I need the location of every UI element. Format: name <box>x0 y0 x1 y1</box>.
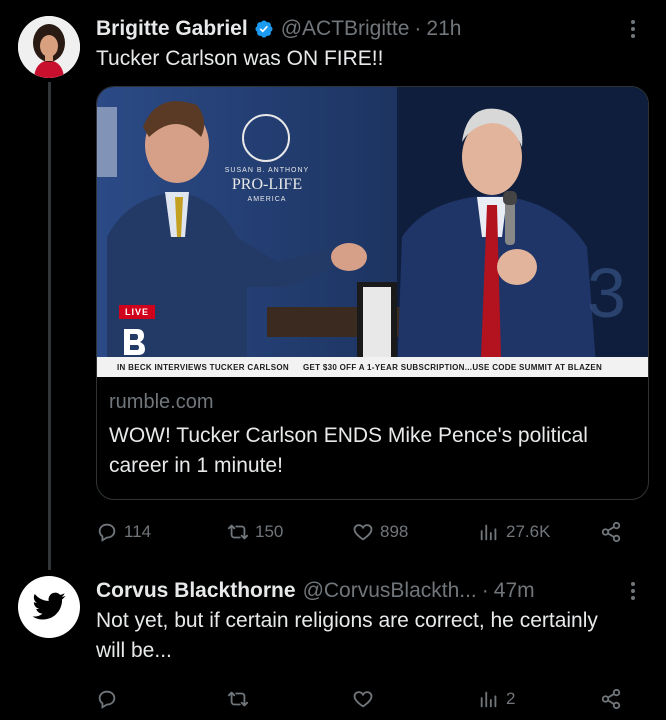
tweet-brigitte[interactable]: Brigitte Gabriel @ACTBrigitte · 21h Tuck… <box>0 0 666 570</box>
retweet-button[interactable]: 150 <box>227 517 283 547</box>
share-button[interactable] <box>600 517 622 547</box>
card-title: WOW! Tucker Carlson ENDS Mike Pence's po… <box>109 424 588 477</box>
like-button[interactable]: 898 <box>352 517 408 547</box>
views-icon <box>480 691 497 708</box>
retweet-icon <box>227 524 249 540</box>
share-button[interactable] <box>600 684 622 714</box>
views-count: 2 <box>506 689 516 708</box>
like-button[interactable] <box>352 684 380 714</box>
reply-button[interactable]: 114 <box>96 517 151 547</box>
more-options-icon[interactable] <box>620 16 646 42</box>
link-card[interactable]: 3 SUSAN B. ANTHONY PRO-LIFE AMERICA LIVE… <box>96 86 649 500</box>
timestamp[interactable]: 47m <box>494 579 535 603</box>
author-handle[interactable]: @ACTBrigitte <box>281 17 410 41</box>
share-icon <box>601 688 621 710</box>
ticker-right-text: GET $30 OFF A 1-YEAR SUBSCRIPTION...USE … <box>302 362 603 372</box>
heart-icon <box>353 691 373 708</box>
card-domain: rumble.com <box>109 391 214 413</box>
live-badge: LIVE <box>119 305 156 319</box>
retweet-count: 150 <box>255 522 284 541</box>
retweet-icon <box>227 691 249 707</box>
author-name[interactable]: Corvus Blackthorne <box>96 579 296 603</box>
backdrop-text-main: PRO-LIFE <box>231 176 303 193</box>
svg-text:3: 3 <box>587 254 626 332</box>
thumbnail-scene: 3 <box>97 87 648 377</box>
avatar-image <box>18 16 80 78</box>
tweet-corvus[interactable]: Corvus Blackthorne @CorvusBlackth... · 4… <box>0 562 666 720</box>
retweet-button[interactable] <box>227 684 255 714</box>
views-button[interactable]: 27.6K <box>478 517 550 547</box>
tweet-actions: 114 150 898 27.6K <box>96 517 636 547</box>
avatar[interactable] <box>18 16 80 78</box>
reply-button[interactable] <box>96 684 124 714</box>
views-icon <box>480 524 497 541</box>
more-options-icon[interactable] <box>620 578 646 604</box>
video-thumbnail[interactable]: 3 SUSAN B. ANTHONY PRO-LIFE AMERICA LIVE… <box>97 87 648 377</box>
share-icon <box>601 521 621 543</box>
tweet-header: Brigitte Gabriel @ACTBrigitte · 21h <box>96 14 646 44</box>
pro-life-logo-icon <box>242 114 290 162</box>
ticker-left-text: IN BECK INTERVIEWS TUCKER CARLSON <box>117 362 289 372</box>
thread-connector-line <box>48 82 51 570</box>
tweet-header: Corvus Blackthorne @CorvusBlackth... · 4… <box>96 576 646 606</box>
reply-icon <box>98 690 116 709</box>
tweet-text: Not yet, but if certain religions are co… <box>96 609 598 662</box>
news-ticker: IN BECK INTERVIEWS TUCKER CARLSON GET $3… <box>97 357 648 377</box>
author-name[interactable]: Brigitte Gabriel <box>96 17 248 41</box>
views-count: 27.6K <box>506 522 551 541</box>
separator-dot: · <box>481 579 489 602</box>
reply-icon <box>98 523 116 542</box>
views-button[interactable]: 2 <box>478 684 515 714</box>
like-count: 898 <box>380 522 409 541</box>
heart-icon <box>353 524 373 541</box>
blaze-logo-icon <box>124 329 145 355</box>
timestamp[interactable]: 21h <box>426 17 461 41</box>
tweet-text: Tucker Carlson was ON FIRE!! <box>96 47 384 70</box>
backdrop-text-top: SUSAN B. ANTHONY <box>224 167 310 174</box>
separator-dot: · <box>414 17 422 40</box>
avatar[interactable] <box>18 576 80 638</box>
author-handle[interactable]: @CorvusBlackth... <box>303 579 477 603</box>
bird-avatar-icon <box>32 592 66 620</box>
card-meta[interactable]: rumble.com WOW! Tucker Carlson ENDS Mike… <box>97 377 648 499</box>
backdrop-text-bottom: AMERICA <box>247 196 287 203</box>
reply-count: 114 <box>124 522 152 541</box>
backdrop-branding: SUSAN B. ANTHONY PRO-LIFE AMERICA <box>207 167 327 203</box>
tweet-actions: 2 <box>96 684 636 714</box>
verified-badge-icon <box>254 19 274 39</box>
